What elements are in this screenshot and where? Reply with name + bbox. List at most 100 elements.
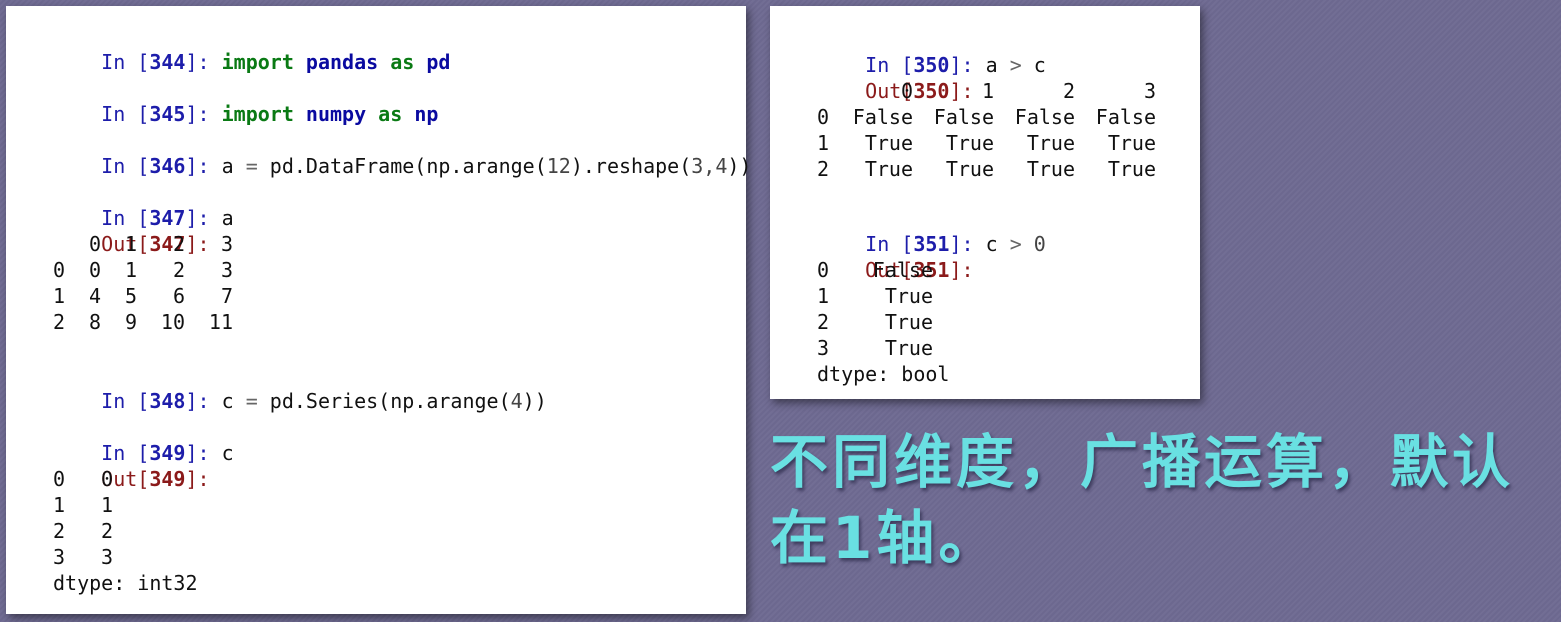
left-notebook-panel: In [344]: import pandas as pd In [345]: …: [6, 6, 751, 614]
in-prompt-close: ]:: [185, 154, 210, 178]
series-row: 2 2: [53, 518, 113, 544]
dataframe-row: 2 8 9 10 11: [53, 309, 233, 335]
column-header: 1: [124, 232, 137, 256]
row-index: 3: [53, 545, 66, 569]
cell-value: 3: [220, 258, 233, 282]
code-text: a: [985, 53, 1010, 77]
row-index: 2: [53, 310, 66, 334]
code-text: a: [221, 154, 246, 178]
cell-value: False: [1014, 105, 1075, 129]
column-header: 3: [1143, 79, 1156, 103]
row-index: 2: [53, 519, 66, 543]
in-prompt: In [: [101, 389, 150, 413]
dataframe-header-row: 0 1 2 3: [53, 231, 233, 257]
column-header: 1: [981, 79, 994, 103]
code-text: )): [522, 389, 547, 413]
cell-value: 8: [88, 310, 101, 334]
row-index: 0: [817, 105, 830, 129]
dtype-label: dtype: int32: [53, 571, 198, 595]
caption-line-1: 不同维度，广播运算，默认: [770, 428, 1515, 496]
row-index: 0: [53, 258, 66, 282]
row-index: 2: [817, 157, 830, 181]
column-header: 3: [220, 232, 233, 256]
code-text: c: [985, 232, 1010, 256]
column-header: 2: [1062, 79, 1075, 103]
caption-line-2: 在1轴。: [770, 504, 1001, 572]
column-header: 0: [88, 232, 101, 256]
keyword: import: [221, 102, 294, 126]
module-name: pandas: [305, 50, 379, 74]
series-comparison-output: 0 False 1 True 2 True 3 True: [817, 257, 933, 361]
code-text: pd.Series(np.arange(: [257, 389, 511, 413]
in-prompt: In [: [101, 102, 150, 126]
cell-value: True: [884, 336, 933, 360]
index-header: [817, 78, 841, 104]
dataframe-comparison-output: 0 1 2 3 0 False False False False 1 True…: [817, 78, 1156, 182]
cell-value: True: [945, 157, 994, 181]
in-prompt-close: ]:: [185, 102, 210, 126]
in-number: 348: [149, 389, 186, 413]
in-prompt-close: ]:: [185, 389, 210, 413]
out-prompt-close: ]:: [185, 467, 210, 491]
row-index: 1: [53, 493, 66, 517]
row-index: 1: [817, 284, 830, 308]
cell-value: 5: [124, 284, 137, 308]
module-name: numpy: [305, 102, 367, 126]
row-index: 0: [53, 467, 66, 491]
dataframe-row: 0 0 1 2 3: [53, 257, 233, 283]
code-text: )): [727, 154, 752, 178]
number-literal: 0: [1021, 232, 1046, 256]
row-index: 1: [817, 131, 830, 155]
operator: =: [245, 389, 258, 413]
column-header: 0: [900, 79, 913, 103]
cell-value: 10: [160, 310, 185, 334]
cell-value: 2: [101, 519, 114, 543]
cell-value: True: [945, 131, 994, 155]
cell-value: True: [1107, 131, 1156, 155]
cell-value: True: [1026, 157, 1075, 181]
cell-value: 2: [172, 258, 185, 282]
series-row: 2 True: [817, 309, 933, 335]
number-literal: 3,4: [691, 154, 728, 178]
cell-value: 1: [101, 493, 114, 517]
cell-value: False: [852, 105, 913, 129]
in-number: 346: [149, 154, 186, 178]
in-prompt: In [: [101, 154, 150, 178]
dataframe-row: 0 False False False False: [817, 104, 1156, 130]
index-header: [53, 231, 77, 257]
cell-value: True: [884, 284, 933, 308]
series-row: 3 True: [817, 335, 933, 361]
keyword: as: [390, 50, 415, 74]
cell-value: True: [864, 131, 913, 155]
in-number: 344: [149, 50, 186, 74]
cell-value: 7: [220, 284, 233, 308]
cell-value: 0: [101, 467, 114, 491]
module-alias: pd: [426, 50, 451, 74]
code-text: ).reshape(: [570, 154, 692, 178]
cell-value: 9: [124, 310, 137, 334]
cell-value: True: [1026, 131, 1075, 155]
operator: >: [1009, 53, 1022, 77]
row-index: 1: [53, 284, 66, 308]
row-index: 0: [817, 258, 830, 282]
cell-value: True: [864, 157, 913, 181]
cell-value: 11: [208, 310, 233, 334]
dataframe-row: 1 True True True True: [817, 130, 1156, 156]
cell-value: True: [1107, 157, 1156, 181]
operator: =: [245, 154, 258, 178]
row-index: 3: [817, 336, 830, 360]
cell-value: False: [1095, 105, 1156, 129]
series-row: 0 False: [817, 257, 933, 283]
code-text: c: [1021, 53, 1046, 77]
series-row: 3 3: [53, 544, 113, 570]
dataframe-a-output: 0 1 2 3 0 0 1 2 3 1 4 5 6 7 2 8 9 10 11: [53, 231, 233, 335]
slide-caption: 不同维度，广播运算，默认 在1轴。: [770, 424, 1560, 576]
in-prompt-close: ]:: [185, 50, 210, 74]
series-row: 0 0: [53, 466, 113, 492]
row-index: 2: [817, 310, 830, 334]
right-notebook-panel: In [350]: a > c Out[350]: 0 1 2 3 0 Fals…: [770, 6, 1200, 399]
cell-value: False: [872, 258, 933, 282]
code-text: pd.DataFrame(np.arange(: [257, 154, 547, 178]
dtype-label: dtype: bool: [817, 362, 950, 386]
keyword: import: [221, 50, 294, 74]
